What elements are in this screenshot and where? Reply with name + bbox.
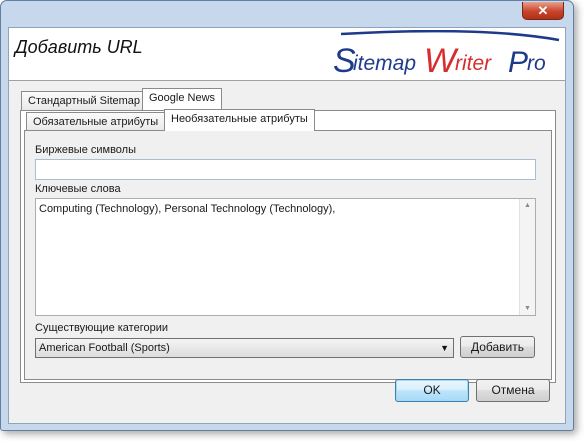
svg-text:itemap: itemap [353, 52, 416, 75]
tab-required-attributes[interactable]: Обязательные атрибуты [26, 112, 166, 132]
sitemapwriterpro-logo: S itemap W riter P ro [333, 30, 560, 78]
chevron-down-icon: ▼ [440, 343, 449, 353]
dialog-header: Добавить URL S itemap W riter P ro [9, 28, 565, 81]
svg-text:W: W [424, 42, 459, 78]
categories-selected: American Football (Sports) [39, 342, 170, 354]
close-button[interactable]: ✕ [522, 2, 564, 20]
tab-google-news[interactable]: Google News [142, 88, 223, 110]
keywords-value: Computing (Technology), Personal Technol… [39, 203, 336, 215]
categories-combobox[interactable]: American Football (Sports) ▼ [35, 338, 454, 358]
svg-text:P: P [508, 46, 528, 78]
dialog-client: Добавить URL S itemap W riter P ro Станд… [8, 27, 566, 424]
close-icon: ✕ [537, 2, 549, 18]
existing-categories-label: Существующие категории [35, 322, 169, 334]
stock-symbols-input[interactable] [35, 159, 536, 180]
stock-symbols-label: Биржевые символы [35, 144, 137, 156]
scroll-down-icon[interactable]: ▼ [524, 305, 531, 312]
add-category-button[interactable]: Добавить [460, 336, 535, 358]
keywords-textarea[interactable]: Computing (Technology), Personal Technol… [35, 198, 536, 316]
svg-text:riter: riter [455, 52, 492, 75]
dialog-window: ✕ Добавить URL S itemap W riter P ro Ста… [0, 0, 574, 431]
keywords-label: Ключевые слова [35, 183, 121, 195]
cancel-button[interactable]: Отмена [476, 379, 550, 402]
scroll-up-icon[interactable]: ▲ [524, 202, 531, 209]
tab-standard-sitemap[interactable]: Стандартный Sitemap [21, 91, 148, 111]
keywords-scrollbar[interactable]: ▲ ▼ [519, 199, 535, 315]
svg-text:ro: ro [527, 52, 546, 75]
tab-optional-attributes[interactable]: Необязательные атрибуты [164, 109, 315, 131]
dialog-title: Добавить URL [15, 37, 143, 57]
ok-button[interactable]: OK [395, 379, 469, 402]
